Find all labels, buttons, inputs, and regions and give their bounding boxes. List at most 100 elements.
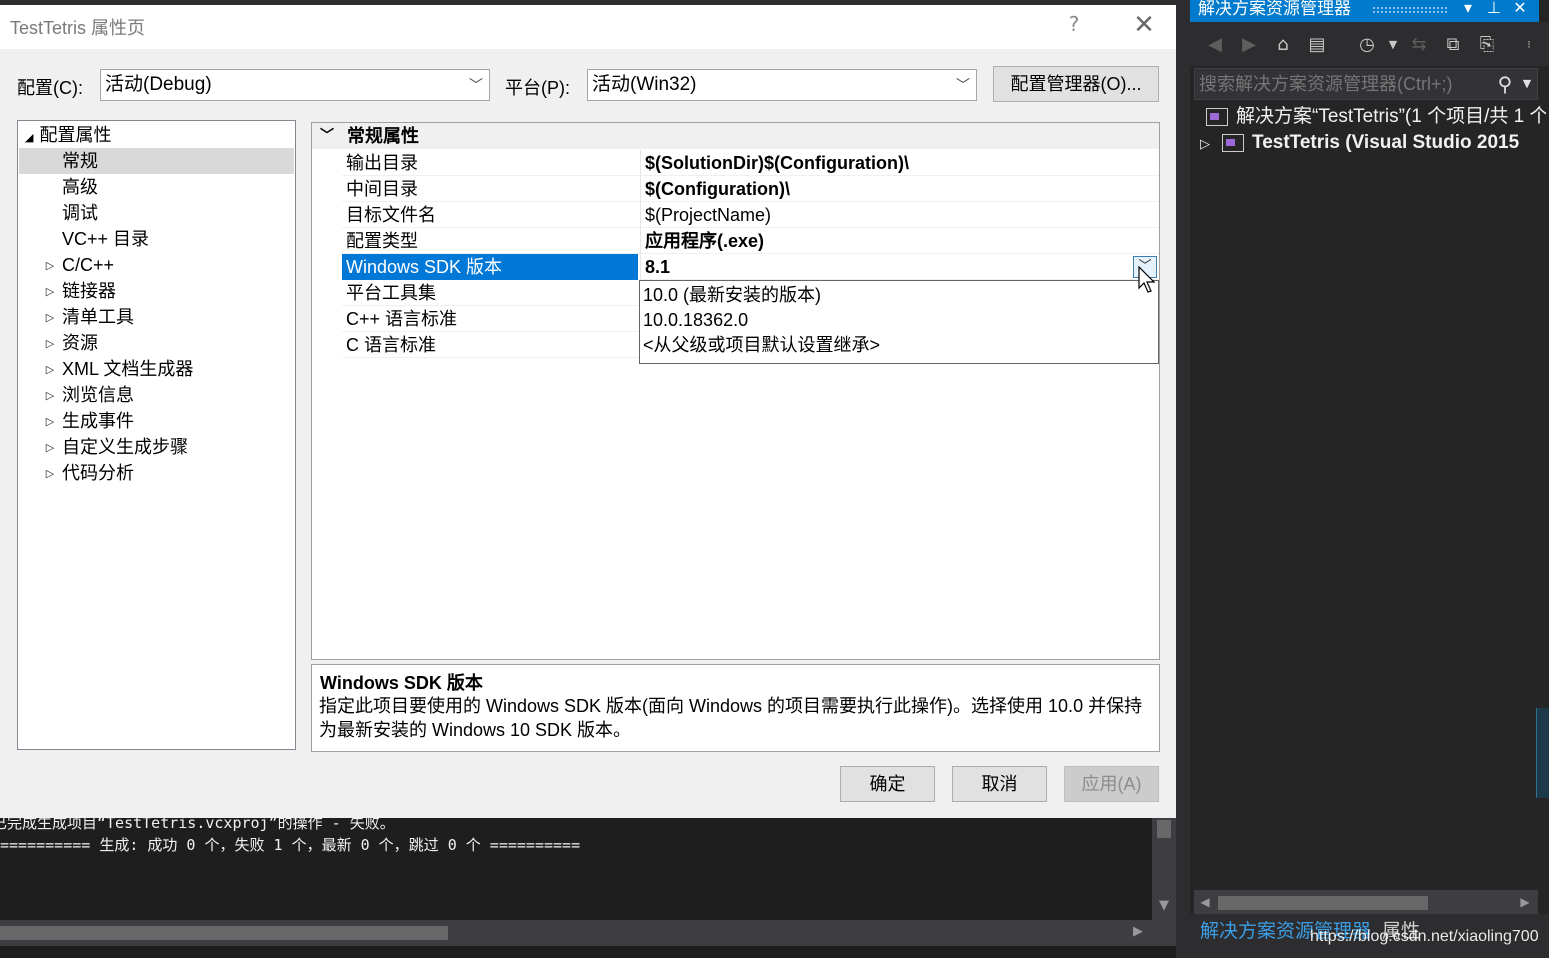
expand-arrow-icon[interactable]: ▷ xyxy=(1200,136,1210,151)
property-row[interactable]: 配置类型 应用程序(.exe) xyxy=(342,228,1159,254)
tree-node-solution[interactable]: 解决方案“TestTetris”(1 个项目/共 1 个) xyxy=(1206,104,1546,130)
property-value[interactable]: $(SolutionDir)$(Configuration)\ xyxy=(640,150,1159,176)
sdk-version-dropdown[interactable]: 10.0 (最新安装的版本) 10.0.18362.0 <从父级或项目默认设置继… xyxy=(639,280,1159,364)
property-value[interactable]: 应用程序(.exe) xyxy=(640,228,1159,254)
property-name: 配置类型 xyxy=(346,231,418,251)
chevron-down-icon: ﹀ xyxy=(469,77,483,93)
apply-button[interactable]: 应用(A) xyxy=(1064,766,1159,802)
collapsed-triangle-icon[interactable]: ▷ xyxy=(43,363,57,376)
dropdown-option[interactable]: <从父级或项目默认设置继承> xyxy=(643,333,880,358)
collapsed-triangle-icon[interactable]: ▷ xyxy=(43,415,57,428)
scroll-right-icon[interactable]: ▶ xyxy=(1128,922,1148,942)
platform-select[interactable]: 活动(Win32) ﹀ xyxy=(587,69,977,101)
collapsed-triangle-icon[interactable]: ▷ xyxy=(43,467,57,480)
back-icon[interactable]: ◀ xyxy=(1202,32,1228,58)
tree-item-cpp[interactable]: C/C++ xyxy=(62,252,114,278)
scroll-left-icon[interactable]: ◀ xyxy=(1196,892,1214,912)
tree-item-vc-directories[interactable]: VC++ 目录 xyxy=(62,226,149,252)
config-value: 活动(Debug) xyxy=(105,74,212,95)
dropdown-option[interactable]: 10.0 (最新安装的版本) xyxy=(643,283,821,308)
output-vertical-scroll-thumb[interactable] xyxy=(1157,820,1171,838)
property-name: 中间目录 xyxy=(346,179,418,199)
grid-section-header[interactable]: ﹀ 常规属性 xyxy=(312,123,1159,149)
project-label: TestTetris (Visual Studio 2015 xyxy=(1252,132,1520,153)
side-edge-strip xyxy=(1536,708,1549,798)
scroll-right-icon[interactable]: ▶ xyxy=(1516,892,1534,912)
expanded-triangle-icon[interactable]: ◢ xyxy=(25,132,33,144)
pending-changes-icon[interactable]: ◷ xyxy=(1354,32,1380,58)
toolbar-overflow-icon[interactable]: ⁝ xyxy=(1516,32,1542,58)
show-all-files-icon[interactable]: ⎘ xyxy=(1474,32,1500,58)
collapsed-triangle-icon[interactable]: ▷ xyxy=(43,285,57,298)
property-name: 平台工具集 xyxy=(346,283,436,303)
watermark: https://blog.csdn.net/xiaoling700 xyxy=(1310,928,1539,945)
output-horizontal-scroll-thumb[interactable] xyxy=(0,926,448,940)
property-value[interactable]: $(ProjectName) xyxy=(640,202,1159,228)
cpp-project-icon xyxy=(1222,133,1244,152)
mouse-cursor-icon xyxy=(1138,266,1156,293)
platform-value: 活动(Win32) xyxy=(592,74,697,95)
pin-icon[interactable]: ⊥ xyxy=(1484,0,1504,18)
search-options-icon[interactable]: ▼ xyxy=(1519,71,1535,97)
collapse-all-icon[interactable]: ⧉ xyxy=(1440,32,1466,58)
property-name: C 语言标准 xyxy=(346,335,436,355)
solution-search-box[interactable]: ⚲ ▼ xyxy=(1194,68,1538,100)
collapsed-triangle-icon[interactable]: ▷ xyxy=(43,389,57,402)
collapsed-triangle-icon[interactable]: ▷ xyxy=(43,441,57,454)
property-name: 目标文件名 xyxy=(346,205,436,225)
dialog-title: TestTetris 属性页 xyxy=(10,18,146,38)
section-title: 常规属性 xyxy=(347,126,419,146)
property-row[interactable]: 中间目录 $(Configuration)\ xyxy=(342,176,1159,202)
switch-views-icon[interactable]: ▤ xyxy=(1304,32,1330,58)
tree-item-manifest-tool[interactable]: 清单工具 xyxy=(62,304,134,330)
tree-item-debugging[interactable]: 调试 xyxy=(62,200,98,226)
property-row-selected[interactable]: Windows SDK 版本 8.1 xyxy=(342,254,1159,280)
dropdown-arrow-icon[interactable]: ▼ xyxy=(1380,32,1406,58)
collapsed-triangle-icon[interactable]: ▷ xyxy=(43,311,57,324)
property-name: C++ 语言标准 xyxy=(346,309,458,329)
tree-node-project[interactable]: ▷ TestTetris (Visual Studio 2015 xyxy=(1200,130,1546,156)
chevron-down-icon[interactable]: ﹀ xyxy=(320,125,334,145)
description-title: Windows SDK 版本 xyxy=(320,673,483,693)
tree-item-advanced[interactable]: 高级 xyxy=(62,174,98,200)
chevron-down-icon: ﹀ xyxy=(956,77,970,93)
tree-root-label: 配置属性 xyxy=(39,125,112,145)
tree-item-custom-build-step[interactable]: 自定义生成步骤 xyxy=(62,434,188,460)
search-icon[interactable]: ⚲ xyxy=(1493,71,1517,97)
cancel-button[interactable]: 取消 xyxy=(952,766,1047,802)
tree-item-code-analysis[interactable]: 代码分析 xyxy=(62,460,134,486)
tree-item-general[interactable]: 常规 xyxy=(19,148,294,174)
search-input[interactable] xyxy=(1199,72,1489,96)
property-row[interactable]: 目标文件名 $(ProjectName) xyxy=(342,202,1159,228)
tree-item-build-events[interactable]: 生成事件 xyxy=(62,408,134,434)
config-select[interactable]: 活动(Debug) ﹀ xyxy=(100,69,490,101)
tree-item-xml-doc-generator[interactable]: XML 文档生成器 xyxy=(62,356,193,382)
property-row[interactable]: 输出目录 $(SolutionDir)$(Configuration)\ xyxy=(342,150,1159,176)
property-value[interactable]: $(Configuration)\ xyxy=(640,176,1159,202)
home-icon[interactable]: ⌂ xyxy=(1270,32,1296,58)
sync-icon[interactable]: ⇆ xyxy=(1406,32,1432,58)
close-icon[interactable]: ✕ xyxy=(1510,0,1530,18)
config-label: 配置(C): xyxy=(17,78,83,98)
config-manager-button[interactable]: 配置管理器(O)... xyxy=(993,66,1159,102)
ok-button[interactable]: 确定 xyxy=(840,766,935,802)
tree-item-browse-info[interactable]: 浏览信息 xyxy=(62,382,134,408)
scroll-down-icon[interactable]: ▼ xyxy=(1154,896,1174,916)
tree-item-resources[interactable]: 资源 xyxy=(62,330,98,356)
tree-item-linker[interactable]: 链接器 xyxy=(62,278,116,304)
dialog-titlebar xyxy=(0,5,1176,49)
description-text: 指定此项目要使用的 Windows SDK 版本(面向 Windows 的项目需… xyxy=(319,696,1143,740)
forward-icon[interactable]: ▶ xyxy=(1236,32,1262,58)
dropdown-option[interactable]: 10.0.18362.0 xyxy=(643,308,748,333)
panel-menu-icon[interactable]: ▾ xyxy=(1458,0,1478,18)
panel-grip[interactable] xyxy=(1372,6,1448,14)
platform-label: 平台(P): xyxy=(505,78,570,98)
property-name: Windows SDK 版本 xyxy=(342,254,638,280)
help-button[interactable]: ? xyxy=(1062,12,1086,38)
collapsed-triangle-icon[interactable]: ▷ xyxy=(43,259,57,272)
collapsed-triangle-icon[interactable]: ▷ xyxy=(43,337,57,350)
solution-horizontal-scroll-thumb[interactable] xyxy=(1218,896,1428,910)
tree-root-config-properties[interactable]: ◢ 配置属性 xyxy=(25,122,111,148)
property-value[interactable]: 8.1 xyxy=(640,254,1159,280)
close-icon[interactable]: ✕ xyxy=(1130,10,1158,40)
